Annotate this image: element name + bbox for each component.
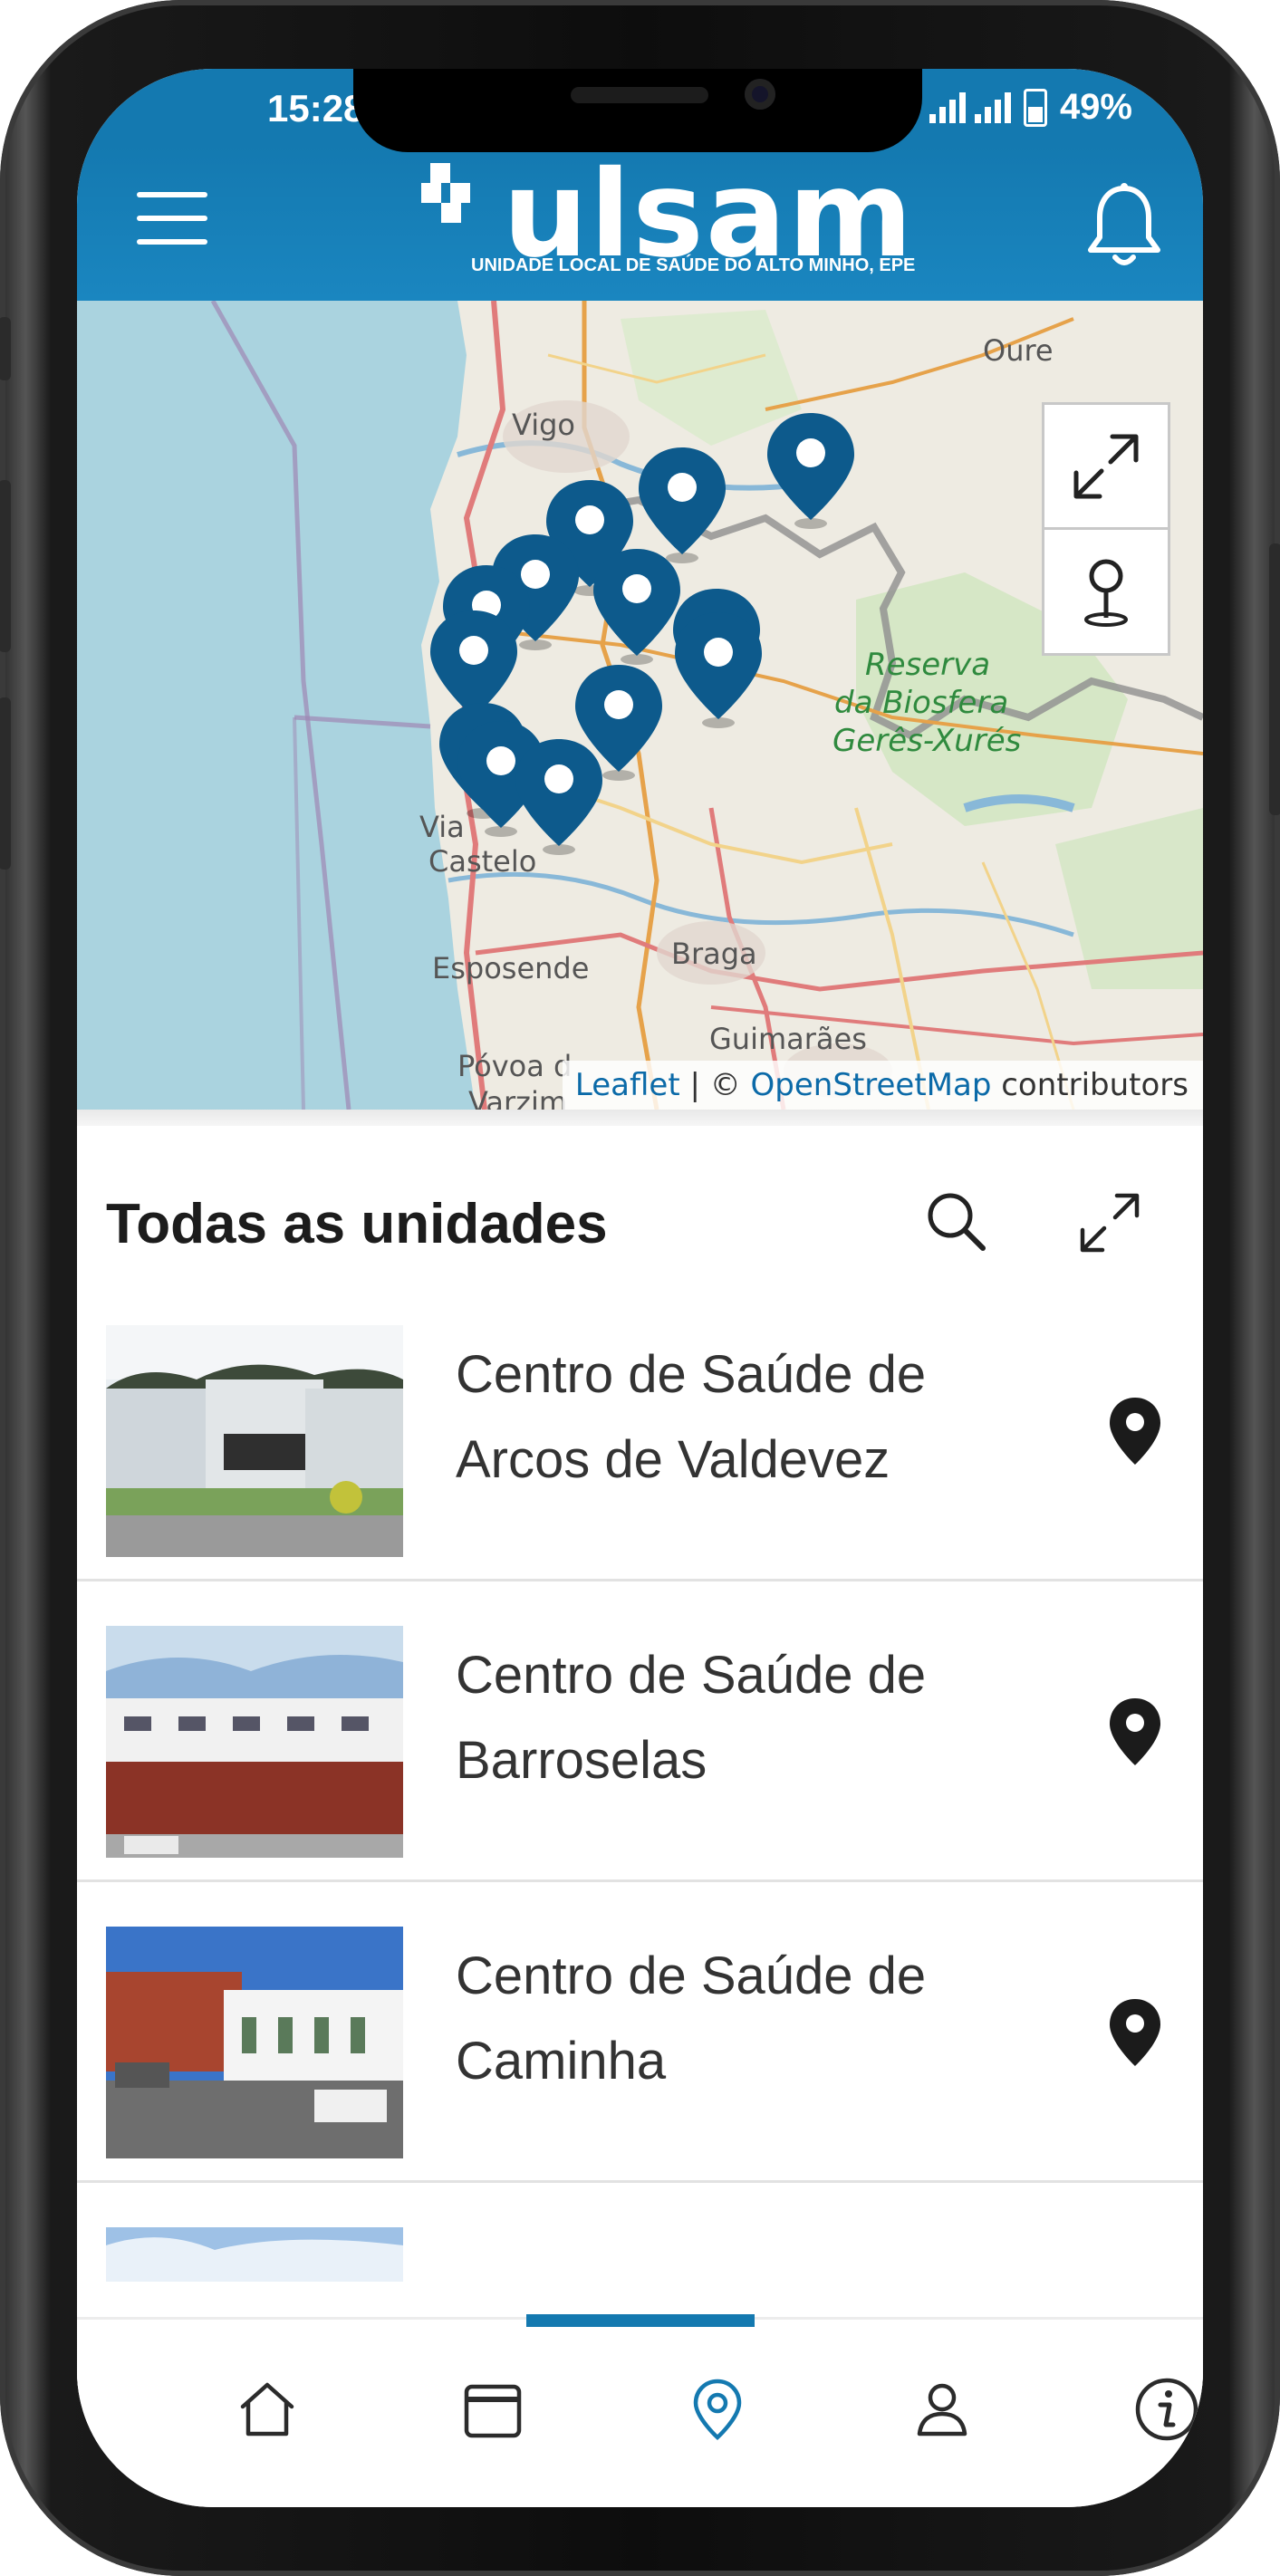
list-title: Todas as unidades: [106, 1193, 608, 1255]
map-label-ourense: Oure: [983, 333, 1054, 368]
front-camera: [745, 79, 775, 110]
section-divider: [77, 1110, 1203, 1126]
unit-name-line: Centro de Saúde de: [456, 1646, 927, 1705]
map-attribution: Leaflet | © OpenStreetMap contributors: [562, 1061, 1203, 1110]
bottom-navigation: [77, 2314, 1203, 2507]
map-marker-pin[interactable]: [637, 446, 727, 563]
phone-side-button: [0, 317, 11, 380]
nav-info[interactable]: [1126, 2369, 1203, 2450]
map-pin-icon: [693, 2379, 742, 2441]
unit-name-line: Centro de Saúde de: [456, 1946, 927, 2005]
device-notch: [353, 69, 922, 152]
calendar-icon: [464, 2384, 522, 2438]
battery-level: 49%: [1059, 87, 1132, 127]
map-label-povoa: Póvoa d: [457, 1049, 573, 1083]
app-screen: 15:28 49% ulsam UNIDADE LOCAL DE SAÚDE D…: [77, 69, 1203, 2507]
attribution-separator: | ©: [679, 1067, 751, 1103]
map-label-reserva: Reserva: [865, 647, 991, 683]
ulsam-logo: ulsam UNIDADE LOCAL DE SAÚDE DO ALTO MIN…: [421, 145, 915, 284]
location-pin-icon[interactable]: [1108, 1997, 1162, 2068]
unit-name: Centro de Saúde de Arcos de Valdevez: [456, 1332, 1035, 1503]
expand-icon: [1073, 434, 1139, 499]
map-label-reserva: Gerês-Xurés: [832, 723, 1022, 759]
location-marker-icon: [1084, 559, 1128, 627]
unit-list-item[interactable]: Centro de Saúde de Barroselas: [77, 1581, 1203, 1882]
unit-list-item[interactable]: Centro de Saúde de Arcos de Valdevez: [77, 1280, 1203, 1581]
speaker-grille: [571, 87, 708, 103]
battery-icon: [1023, 88, 1047, 127]
openstreetmap-link[interactable]: OpenStreetMap: [751, 1067, 992, 1103]
unit-name-line: Barroselas: [456, 1731, 707, 1790]
map-marker-pin[interactable]: [592, 547, 682, 665]
app-header: ulsam UNIDADE LOCAL DE SAÚDE DO ALTO MIN…: [77, 145, 1203, 301]
signal-icon: [929, 91, 966, 123]
unit-photo: [106, 1927, 403, 2158]
unit-name: Centro de Saúde de Barroselas: [456, 1633, 1035, 1803]
map-marker-pin[interactable]: [514, 737, 604, 855]
phone-power-button: [1269, 543, 1280, 815]
map-label-braga: Braga: [671, 937, 757, 971]
status-time: 15:28: [267, 87, 365, 130]
info-icon: [1135, 2378, 1198, 2441]
leaflet-link[interactable]: Leaflet: [575, 1067, 680, 1103]
bell-icon[interactable]: [1083, 181, 1165, 272]
signal-icon: [974, 91, 1011, 123]
units-list-section: Todas as unidades Centro de Saúde de Arc…: [77, 1110, 1203, 2386]
nav-units-map[interactable]: [677, 2369, 758, 2450]
attribution-suffix: contributors: [991, 1067, 1189, 1103]
search-icon[interactable]: [919, 1185, 992, 1257]
map-fullscreen-button[interactable]: [1042, 402, 1170, 531]
user-icon: [917, 2383, 967, 2437]
unit-photo: [106, 2227, 403, 2282]
phone-volume-up: [0, 480, 11, 652]
unit-name: Centro de Saúde de Caminha: [456, 1934, 1035, 2104]
map-marker-pin[interactable]: [765, 411, 856, 529]
map-label-vigo: Vigo: [512, 408, 575, 442]
unit-name-line: Arcos de Valdevez: [456, 1430, 890, 1489]
nav-profile[interactable]: [901, 2369, 983, 2450]
logo-subtitle: UNIDADE LOCAL DE SAÚDE DO ALTO MINHO, EP…: [471, 255, 916, 275]
map-label-reserva: da Biosfera: [834, 685, 1009, 721]
active-tab-indicator: [526, 2314, 755, 2327]
unit-photo: [106, 1626, 403, 1858]
location-pin-icon[interactable]: [1108, 1396, 1162, 1466]
map-label-esposende: Esposende: [432, 951, 590, 985]
map-view[interactable]: Vigo Oure Reserva da Biosfera Gerês-Xuré…: [77, 301, 1203, 1110]
unit-list-item[interactable]: Centro de Saúde de Caminha: [77, 1881, 1203, 2183]
nav-home[interactable]: [226, 2369, 308, 2450]
menu-icon[interactable]: [137, 192, 207, 248]
map-label-guimaraes: Guimarães: [709, 1022, 867, 1056]
nav-appointments[interactable]: [452, 2369, 534, 2450]
expand-icon[interactable]: [1073, 1187, 1146, 1259]
logo-cross-icon: [421, 163, 470, 223]
phone-volume-down: [0, 697, 11, 870]
status-indicators: 49%: [929, 87, 1132, 128]
unit-name-line: Centro de Saúde de: [456, 1345, 927, 1404]
unit-photo: [106, 1325, 403, 1557]
map-marker-pin[interactable]: [673, 610, 764, 728]
location-pin-icon[interactable]: [1108, 1697, 1162, 1767]
map-locate-button[interactable]: [1042, 527, 1170, 656]
phone-frame: 15:28 49% ulsam UNIDADE LOCAL DE SAÚDE D…: [0, 0, 1280, 2576]
map-label-povoa: Varzim: [468, 1085, 568, 1110]
unit-name-line: Caminha: [456, 2032, 667, 2091]
home-icon: [240, 2382, 294, 2437]
